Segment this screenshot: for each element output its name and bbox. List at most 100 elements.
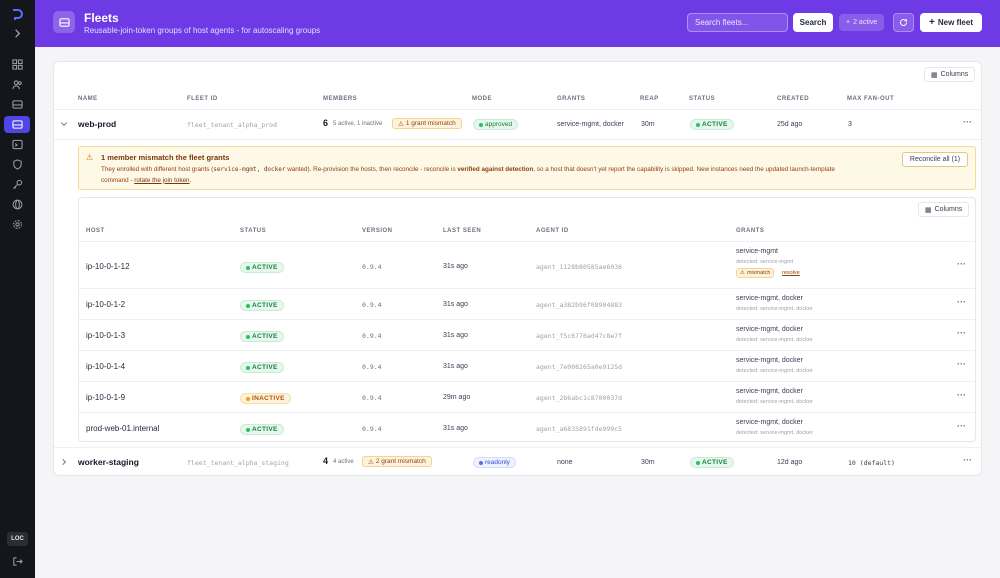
host-name[interactable]: ip-10-0-1-3 — [86, 331, 125, 340]
more-actions-icon[interactable]: ··· — [957, 359, 966, 369]
warning-icon: ⚠ — [368, 458, 374, 466]
grants: service-mgmt, docker — [736, 388, 803, 395]
server-icon[interactable] — [7, 96, 27, 113]
mismatch-badge[interactable]: ⚠ 1 grant mismatch — [392, 118, 462, 129]
agent-id: agent_7e008265a0e9125d — [536, 363, 623, 371]
divider — [54, 139, 981, 140]
columns-icon: ▦ — [925, 206, 932, 214]
status-badge: ACTIVE — [690, 119, 734, 130]
divider — [54, 447, 981, 448]
grants: service-mgmt, docker — [736, 326, 803, 333]
resolve-link[interactable]: resolve — [782, 270, 800, 276]
host-name[interactable]: ip-10-0-1-12 — [86, 262, 130, 271]
grid-icon[interactable] — [7, 56, 27, 73]
status-badge: INACTIVE — [240, 393, 291, 404]
warning-icon: ⚠ — [86, 153, 94, 162]
fleets-header-icon — [53, 11, 75, 33]
column-header[interactable]: MAX FAN-OUT — [847, 96, 894, 102]
more-actions-icon[interactable]: ··· — [957, 421, 966, 431]
table-row[interactable]: ip-10-0-1-12 ACTIVE 0.9.4 31s ago agent_… — [79, 241, 975, 288]
search-button[interactable]: Search — [793, 13, 833, 32]
more-actions-icon[interactable]: ··· — [957, 328, 966, 338]
warning-icon: ⚠ — [398, 120, 404, 128]
members-count: 4 — [323, 456, 329, 466]
members-detail: 5 active, 1 inactive — [333, 121, 383, 127]
new-fleet-button[interactable]: + New fleet — [920, 13, 982, 32]
gear-icon[interactable] — [7, 216, 27, 233]
agent-id: agent_f5c6776ad47c8e7f — [536, 332, 623, 340]
mode-badge: approved — [473, 119, 519, 130]
globe-icon[interactable] — [7, 196, 27, 213]
column-header[interactable]: REAP — [640, 96, 659, 102]
host-name[interactable]: prod-web-01.internal — [86, 424, 159, 433]
table-row[interactable]: prod-web-01.internal ACTIVE 0.9.4 31s ag… — [79, 412, 975, 442]
version: 0.9.4 — [362, 301, 382, 309]
more-actions-icon[interactable]: ··· — [963, 455, 972, 465]
table-row[interactable]: ip-10-0-1-4 ACTIVE 0.9.4 31s ago agent_7… — [79, 350, 975, 381]
chevron-down-icon[interactable] — [60, 120, 68, 130]
key-icon[interactable] — [7, 176, 27, 193]
column-header[interactable]: STATUS — [240, 228, 266, 234]
detected-grants: detected: service-mgmt, docker — [736, 368, 813, 374]
chevron-right-icon[interactable] — [7, 25, 27, 42]
agent-id: agent_2b6abc1c8700037d — [536, 394, 623, 402]
grants: service-mgmt, docker — [736, 419, 803, 426]
columns-button[interactable]: ▦ Columns — [924, 67, 976, 82]
search-input[interactable] — [687, 13, 788, 32]
columns-button[interactable]: ▦ Columns — [918, 202, 970, 217]
fleet-name[interactable]: worker-staging — [78, 457, 139, 467]
last-seen: 31s ago — [443, 425, 468, 432]
mismatch-badge[interactable]: ⚠ 2 grant mismatch — [362, 456, 432, 467]
table-row[interactable]: ip-10-0-1-9 INACTIVE 0.9.4 29m ago agent… — [79, 381, 975, 412]
shield-icon[interactable] — [7, 156, 27, 173]
page-title: Fleets — [84, 11, 119, 25]
host-name[interactable]: ip-10-0-1-4 — [86, 362, 125, 371]
rotate-token-link[interactable]: rotate the join token — [134, 177, 189, 184]
fleet-grants: service-mgmt, docker — [557, 121, 624, 128]
page-subtitle: Reusable-join-token groups of host agent… — [84, 26, 321, 35]
column-header[interactable]: VERSION — [362, 228, 393, 234]
more-actions-icon[interactable]: ··· — [957, 259, 966, 269]
version: 0.9.4 — [362, 332, 382, 340]
column-header[interactable]: MODE — [472, 96, 492, 102]
agent-id: agent_a6835891fde999c5 — [536, 425, 623, 433]
loc-badge[interactable]: LOC — [7, 532, 28, 546]
host-name[interactable]: ip-10-0-1-9 — [86, 393, 125, 402]
status-badge: ACTIVE — [240, 362, 284, 373]
last-seen: 31s ago — [443, 363, 468, 370]
column-header[interactable]: MEMBERS — [323, 96, 357, 102]
column-header[interactable]: FLEET ID — [187, 96, 218, 102]
warning-icon: ⚠ — [740, 270, 745, 276]
mode-badge: readonly — [473, 457, 516, 468]
logout-icon[interactable] — [7, 553, 27, 570]
column-header[interactable]: HOST — [86, 228, 105, 234]
column-header[interactable]: GRANTS — [736, 228, 764, 234]
table-row[interactable]: ip-10-0-1-2 ACTIVE 0.9.4 31s ago agent_a… — [79, 288, 975, 319]
chevron-right-icon[interactable] — [60, 458, 68, 468]
column-header[interactable]: GRANTS — [557, 96, 585, 102]
users-icon[interactable] — [7, 76, 27, 93]
column-header[interactable]: STATUS — [689, 96, 715, 102]
refresh-button[interactable] — [893, 13, 914, 32]
more-actions-icon[interactable]: ··· — [957, 297, 966, 307]
column-header[interactable]: LAST SEEN — [443, 228, 481, 234]
more-actions-icon[interactable]: ··· — [957, 390, 966, 400]
column-header[interactable]: AGENT ID — [536, 228, 569, 234]
last-seen: 29m ago — [443, 394, 471, 401]
detected-grants: detected: service-mgmt — [736, 259, 794, 265]
terminal-icon[interactable] — [7, 136, 27, 153]
fleets-icon[interactable] — [4, 116, 30, 133]
fleet-name[interactable]: web-prod — [78, 119, 116, 129]
host-name[interactable]: ip-10-0-1-2 — [86, 300, 125, 309]
more-actions-icon[interactable]: ··· — [963, 117, 972, 127]
reap-value: 30m — [641, 459, 655, 466]
agent-id: agent_1128b80585ae6036 — [536, 263, 623, 271]
last-seen: 31s ago — [443, 301, 468, 308]
reconcile-all-button[interactable]: Reconcile all (1) — [902, 152, 968, 167]
column-header[interactable]: CREATED — [777, 96, 809, 102]
column-header[interactable]: NAME — [78, 96, 98, 102]
reap-value: 30m — [641, 121, 655, 128]
agent-id: agent_a382b96f08904883 — [536, 301, 623, 309]
table-row[interactable]: ip-10-0-1-3 ACTIVE 0.9.4 31s ago agent_f… — [79, 319, 975, 350]
last-seen: 31s ago — [443, 332, 468, 339]
